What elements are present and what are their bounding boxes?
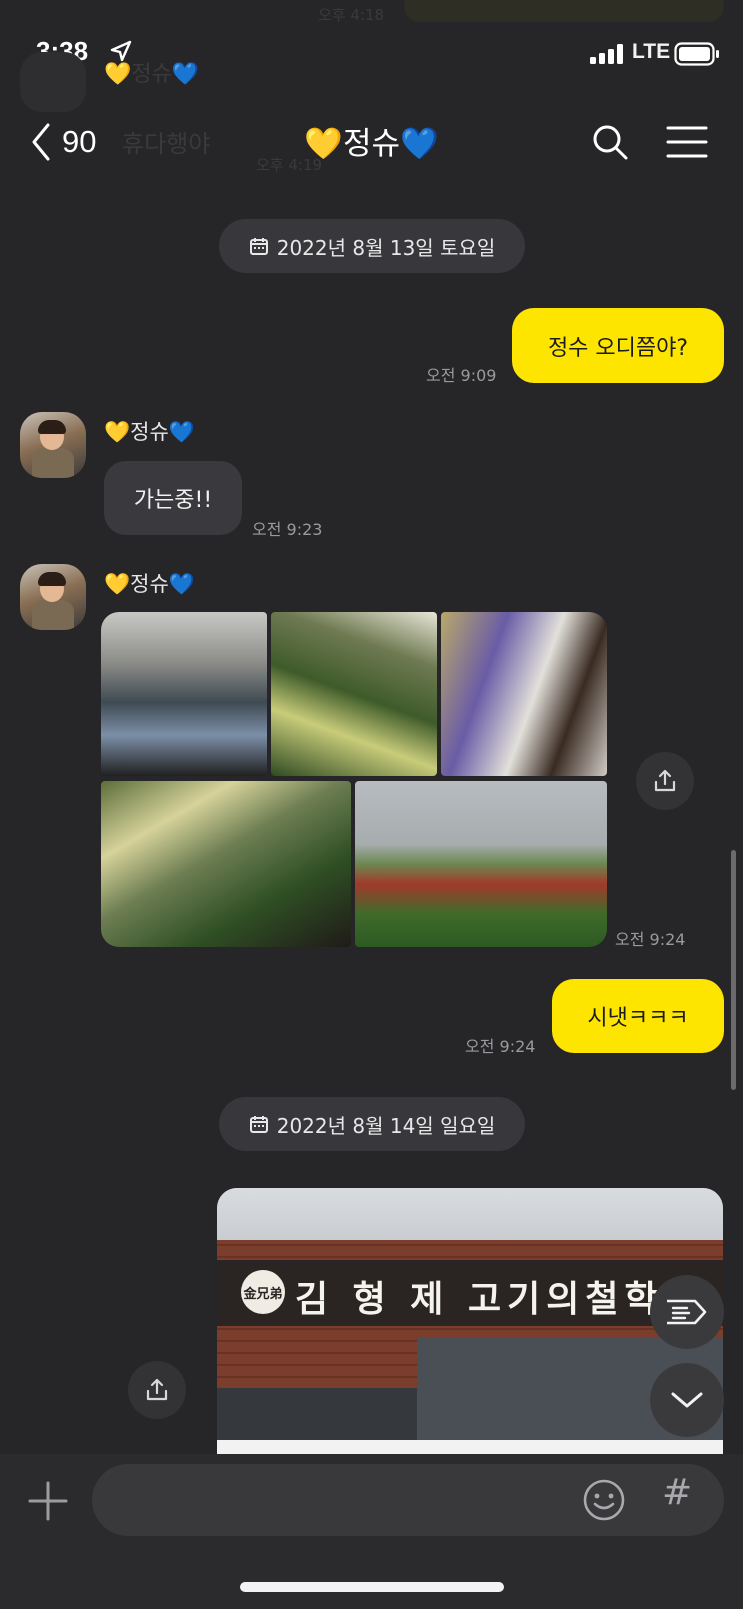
faded-time: 오후 4:18 bbox=[318, 6, 385, 24]
menu-icon[interactable] bbox=[666, 122, 708, 162]
date-divider: 2022년 8월 14일 일요일 bbox=[219, 1097, 525, 1151]
faded-sender: 💛정슈💙 bbox=[104, 62, 200, 87]
photo-message[interactable]: 金兄弟 김 형 제 고기의철학 bbox=[217, 1188, 723, 1454]
signal-icon bbox=[590, 44, 623, 64]
emoji-icon[interactable] bbox=[582, 1478, 626, 1522]
home-indicator bbox=[240, 1582, 504, 1592]
share-icon bbox=[146, 1378, 168, 1401]
photo-thumbnail[interactable] bbox=[355, 781, 607, 947]
plus-icon[interactable] bbox=[26, 1479, 70, 1523]
avatar[interactable] bbox=[20, 564, 86, 630]
scrollbar[interactable] bbox=[731, 850, 736, 1090]
message-time: 오전 9:24 bbox=[465, 1037, 536, 1056]
date-text: 2022년 8월 13일 토요일 bbox=[276, 235, 496, 260]
search-icon[interactable] bbox=[590, 122, 630, 162]
chevron-down-icon bbox=[671, 1392, 703, 1408]
message-time: 오전 9:23 bbox=[252, 520, 323, 539]
calendar-icon bbox=[249, 1116, 268, 1133]
scroll-down-button[interactable] bbox=[650, 1363, 724, 1437]
message-time: 오전 9:24 bbox=[615, 930, 686, 949]
share-button[interactable] bbox=[128, 1361, 186, 1419]
message-input[interactable] bbox=[92, 1464, 724, 1536]
share-icon bbox=[654, 769, 676, 792]
message-text: 정수 오디쯤야? bbox=[547, 335, 689, 361]
message-time: 오전 9:09 bbox=[426, 366, 497, 385]
their-message-bubble[interactable]: 가는중!! bbox=[104, 461, 242, 535]
bookmark-tag-button[interactable] bbox=[650, 1275, 724, 1349]
message-text: 가는중!! bbox=[133, 488, 213, 513]
photo-thumbnail[interactable] bbox=[441, 612, 607, 776]
hashtag-icon[interactable]: # bbox=[662, 1472, 692, 1513]
calendar-icon bbox=[249, 238, 268, 255]
date-divider: 2022년 8월 13일 토요일 bbox=[219, 219, 525, 273]
my-message-bubble[interactable]: 시냇ㅋㅋㅋ bbox=[552, 979, 724, 1053]
photo-thumbnail[interactable] bbox=[101, 781, 351, 947]
avatar[interactable] bbox=[20, 412, 86, 478]
chat-title: 💛정슈💙 bbox=[304, 126, 439, 162]
my-message-bubble[interactable]: 정수 오디쯤야? bbox=[512, 308, 724, 383]
faded-previous-bubble bbox=[404, 0, 724, 22]
restaurant-sign-text: 김 형 제 고기의철학 bbox=[295, 1279, 664, 1320]
date-text: 2022년 8월 14일 일요일 bbox=[276, 1113, 496, 1138]
chat-header: 90 💛정슈💙 bbox=[0, 100, 743, 180]
restaurant-logo: 金兄弟 bbox=[241, 1270, 285, 1314]
tag-icon bbox=[667, 1299, 707, 1325]
photo-thumbnail[interactable] bbox=[271, 612, 437, 776]
message-text: 시냇ㅋㅋㅋ bbox=[587, 1006, 689, 1031]
share-button[interactable] bbox=[636, 752, 694, 810]
photo-thumbnail[interactable] bbox=[101, 612, 267, 776]
battery-icon bbox=[674, 42, 719, 66]
network-label: LTE bbox=[632, 40, 671, 63]
sender-name: 💛정슈💙 bbox=[104, 572, 195, 596]
sender-name: 💛정슈💙 bbox=[104, 420, 195, 444]
message-input-bar: # bbox=[0, 1454, 743, 1609]
